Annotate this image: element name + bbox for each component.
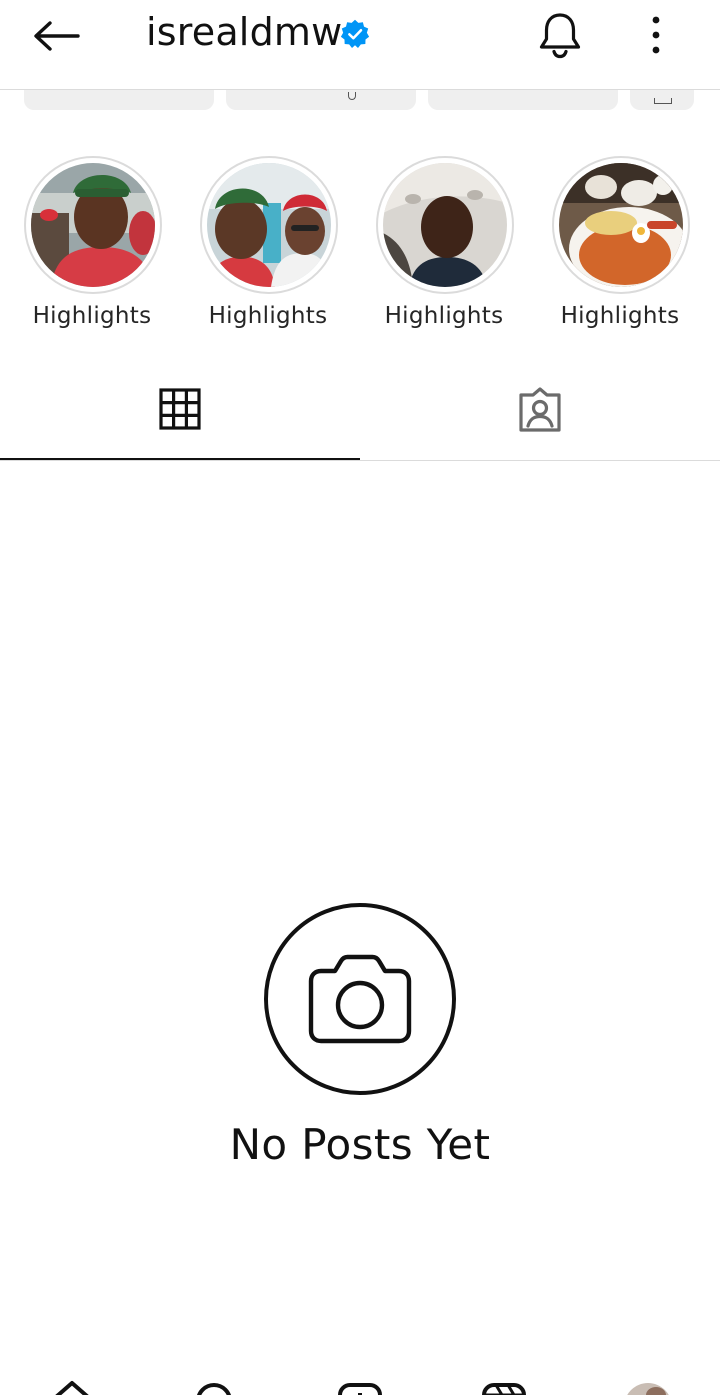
highlight-item[interactable]: Highlights — [532, 155, 708, 345]
grid-icon — [159, 388, 201, 430]
notifications-button[interactable] — [536, 10, 584, 60]
highlight-label: Highlights — [384, 303, 504, 329]
camera-icon — [308, 954, 412, 1044]
empty-posts-state: No Posts Yet — [0, 900, 720, 1180]
contact-button[interactable] — [428, 90, 618, 110]
bell-icon — [539, 13, 581, 59]
back-button[interactable] — [28, 14, 84, 58]
nav-reels[interactable] — [474, 1375, 534, 1395]
arrow-left-icon — [34, 21, 80, 51]
nav-search[interactable] — [184, 1375, 244, 1395]
profile-tabs — [0, 360, 720, 461]
nav-home[interactable] — [42, 1375, 102, 1395]
chip-icon-fragment — [654, 98, 672, 104]
highlight-cover-image — [31, 163, 155, 287]
highlight-label: Highlights — [32, 303, 152, 329]
highlight-ring — [552, 156, 690, 294]
follow-button[interactable] — [24, 90, 214, 110]
nav-create[interactable] — [330, 1375, 390, 1395]
tab-posts-grid[interactable] — [0, 360, 360, 460]
home-icon — [55, 1381, 89, 1395]
profile-avatar-icon — [627, 1383, 669, 1395]
highlight-ring — [376, 156, 514, 294]
profile-action-buttons — [0, 90, 720, 112]
highlight-label: Highlights — [560, 303, 680, 329]
profile-username: isrealdmw — [146, 10, 343, 54]
highlight-label: Highlights — [208, 303, 328, 329]
highlight-item[interactable]: Highlights — [356, 155, 532, 345]
suggested-users-button[interactable] — [630, 90, 694, 110]
highlight-item[interactable]: Highlights — [180, 155, 356, 345]
more-options-button[interactable] — [638, 12, 674, 58]
add-post-icon — [338, 1383, 382, 1395]
nav-profile[interactable] — [618, 1375, 678, 1395]
reels-icon — [482, 1383, 526, 1395]
search-icon — [197, 1383, 231, 1395]
tab-tagged[interactable] — [360, 360, 720, 460]
more-vertical-icon — [652, 16, 660, 54]
highlight-cover-image — [559, 163, 683, 287]
highlight-cover-image — [207, 163, 331, 287]
highlight-ring — [200, 156, 338, 294]
verified-badge-icon — [340, 19, 370, 48]
highlight-cover-image — [383, 163, 507, 287]
top-bar: isrealdmw — [0, 0, 720, 90]
tagged-person-icon — [519, 387, 561, 432]
chip-label-fragment — [348, 92, 356, 100]
bottom-navigation — [0, 1375, 720, 1395]
highlight-item[interactable]: Highlights — [4, 155, 180, 345]
highlight-ring — [24, 156, 162, 294]
empty-state-message: No Posts Yet — [229, 1120, 491, 1169]
message-button[interactable] — [226, 90, 416, 110]
camera-circle — [264, 903, 456, 1095]
story-highlights: Highlights Highlights Highlights Highlig… — [0, 155, 720, 345]
